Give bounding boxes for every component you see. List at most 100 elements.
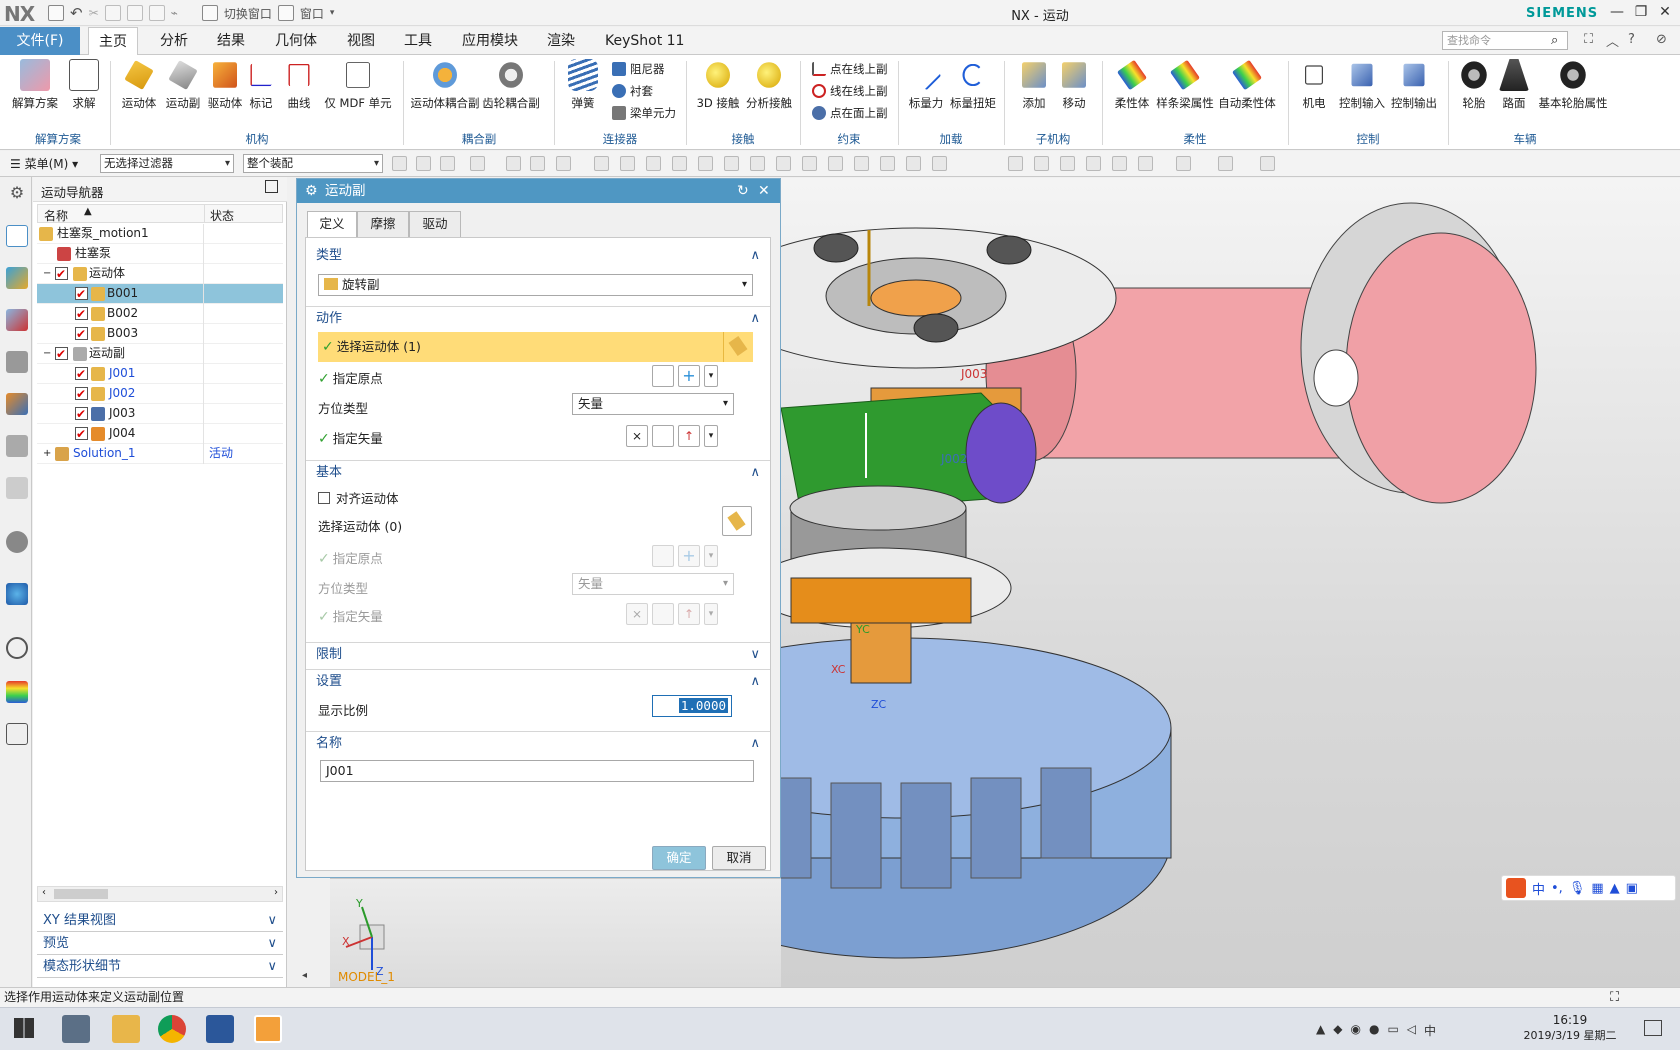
select-icon[interactable] (556, 156, 571, 171)
cut-icon[interactable]: ✂ (89, 6, 99, 20)
select-icon[interactable] (470, 156, 485, 171)
filter-icon[interactable] (440, 156, 455, 171)
paste-icon[interactable] (126, 5, 143, 21)
tab-friction[interactable]: 摩擦 (357, 211, 409, 237)
point-snap-icon[interactable] (828, 156, 843, 171)
scroll-thumb[interactable] (54, 889, 108, 899)
file-menu-button[interactable]: 文件(F) (0, 27, 80, 55)
limits-section-header[interactable]: 限制 ∨ (306, 642, 770, 666)
tire-button[interactable]: 轮胎 (1458, 59, 1490, 111)
chevron-down-icon[interactable]: ▾ (704, 425, 718, 447)
add-submechanism-button[interactable]: 添加 (1016, 59, 1052, 111)
ime-mode[interactable]: 中 (1532, 879, 1545, 898)
tab-definition[interactable]: 定义 (307, 211, 357, 238)
collapse-icon[interactable]: − (43, 264, 51, 283)
point-snap-icon[interactable] (880, 156, 895, 171)
group-constraint[interactable]: 约束 (802, 131, 896, 148)
bushing-button[interactable]: 衬套 (612, 83, 653, 99)
name-section-header[interactable]: 名称 ∧ (306, 731, 770, 755)
visibility-checkbox[interactable] (75, 405, 88, 424)
cube-icon[interactable] (6, 477, 28, 499)
snap-icon[interactable] (416, 156, 431, 171)
select-icon[interactable] (506, 156, 521, 171)
chevron-down-icon[interactable]: ▾ (704, 603, 718, 625)
command-search-input[interactable]: 查找命令 (1442, 31, 1568, 50)
chevron-down-icon[interactable]: ▾ (704, 365, 718, 387)
group-solution[interactable]: 解算方案 (8, 131, 108, 148)
tray-icon[interactable]: ◆ (1333, 1022, 1342, 1039)
viewport-lower[interactable]: X Y Z (330, 878, 781, 987)
windows-start-icon[interactable] (14, 1018, 34, 1038)
view-icon[interactable] (1112, 156, 1127, 171)
column-name[interactable]: 名称 (44, 207, 68, 224)
point-snap-icon[interactable] (750, 156, 765, 171)
inferred-point-button[interactable]: + (678, 365, 700, 387)
cancel-button[interactable]: 取消 (712, 846, 766, 870)
collapse-icon[interactable]: − (43, 344, 51, 363)
base-inferred-vector-button[interactable]: ↑ (678, 603, 700, 625)
group-contact[interactable]: 接触 (688, 131, 798, 148)
group-control[interactable]: 控制 (1290, 131, 1446, 148)
tree-node[interactable]: B002 (37, 304, 283, 324)
group-submechanism[interactable]: 子机构 (1006, 131, 1100, 148)
keyboard-icon[interactable]: ▦ (1591, 881, 1603, 896)
file-explorer-icon[interactable] (112, 1015, 140, 1043)
horizontal-scrollbar[interactable]: ‹ › (37, 886, 283, 902)
tree-node-selected[interactable]: B001 (37, 284, 283, 304)
constraint-navigator-icon[interactable] (6, 309, 28, 331)
mode-shape-details-section[interactable]: 模态形状细节 ∨ (37, 956, 283, 978)
restore-icon[interactable]: ❐ (1630, 4, 1652, 22)
tab-home[interactable]: 主页 (88, 27, 138, 56)
column-state[interactable]: 状态 (210, 207, 234, 224)
nx-app-icon[interactable] (254, 1015, 282, 1043)
tree-node[interactable]: J003 (37, 404, 283, 424)
tree-node[interactable]: J004 (37, 424, 283, 444)
chevron-down-icon[interactable]: ▾ (704, 545, 718, 567)
group-mechanism[interactable]: 机构 (112, 131, 402, 148)
basic-tire-button[interactable]: 基本轮胎属性 (1538, 59, 1608, 111)
spring-button[interactable]: 弹簧 (566, 59, 600, 111)
network-icon[interactable]: ▭ (1387, 1022, 1398, 1039)
visibility-checkbox[interactable] (75, 325, 88, 344)
tree-node[interactable]: J001 (37, 364, 283, 384)
point-dialog-button[interactable] (652, 365, 674, 387)
xy-result-view-section[interactable]: XY 结果视图 ∨ (37, 910, 283, 932)
control-input-button[interactable]: 控制输入 (1338, 59, 1386, 111)
motion-navigator-icon[interactable] (6, 225, 28, 247)
scroll-right-icon[interactable]: › (274, 887, 278, 898)
ime-toolbar[interactable]: 中 •, 🎙 ▦ ▲ ▣ (1501, 875, 1676, 901)
align-bodies-checkbox[interactable] (318, 491, 330, 504)
tab-tools[interactable]: 工具 (394, 27, 442, 55)
scalar-torque-button[interactable]: 标量扭矩 (950, 59, 996, 111)
point-snap-icon[interactable] (724, 156, 739, 171)
point-on-line-button[interactable]: 点在线上副 (812, 61, 888, 77)
group-vehicle[interactable]: 车辆 (1450, 131, 1600, 148)
toolbox-icon[interactable]: ▣ (1626, 881, 1638, 896)
reverse-direction-button[interactable]: ⨯ (626, 425, 648, 447)
expand-icon[interactable]: + (43, 444, 51, 463)
view-icon[interactable] (1086, 156, 1101, 171)
search-icon[interactable]: ⌕ (1551, 33, 1558, 48)
tools-icon[interactable] (6, 723, 28, 745)
visibility-checkbox[interactable] (75, 365, 88, 384)
visibility-checkbox[interactable] (75, 305, 88, 324)
base-reverse-direction-button[interactable]: ⨯ (626, 603, 648, 625)
joint-button[interactable]: 运动副 (162, 59, 204, 111)
control-output-button[interactable]: 控制输出 (1390, 59, 1438, 111)
group-connector[interactable]: 连接器 (556, 131, 684, 148)
contact-3d-button[interactable]: 3D 接触 (694, 59, 742, 111)
display-scale-input[interactable]: 1.0000 (652, 695, 732, 717)
punctuation-icon[interactable]: •, (1551, 881, 1563, 896)
tray-icon[interactable]: ◉ (1350, 1022, 1360, 1039)
point-snap-icon[interactable] (802, 156, 817, 171)
line-on-line-button[interactable]: 线在线上副 (812, 83, 888, 99)
solve-scheme-button[interactable]: 解算方案 (10, 59, 60, 111)
fullscreen-icon[interactable]: ⛶ (1610, 988, 1619, 1007)
visibility-checkbox[interactable] (75, 425, 88, 444)
close-icon[interactable]: ✕ (1654, 4, 1676, 22)
base-orient-type-select[interactable]: 矢量 ▾ (572, 573, 734, 595)
window-menu-button[interactable]: 窗口 (300, 5, 324, 22)
gear-coupler-button[interactable]: 齿轮耦合副 (482, 59, 540, 111)
undo-icon[interactable]: ↶ (70, 4, 83, 22)
info-icon[interactable] (6, 531, 28, 553)
